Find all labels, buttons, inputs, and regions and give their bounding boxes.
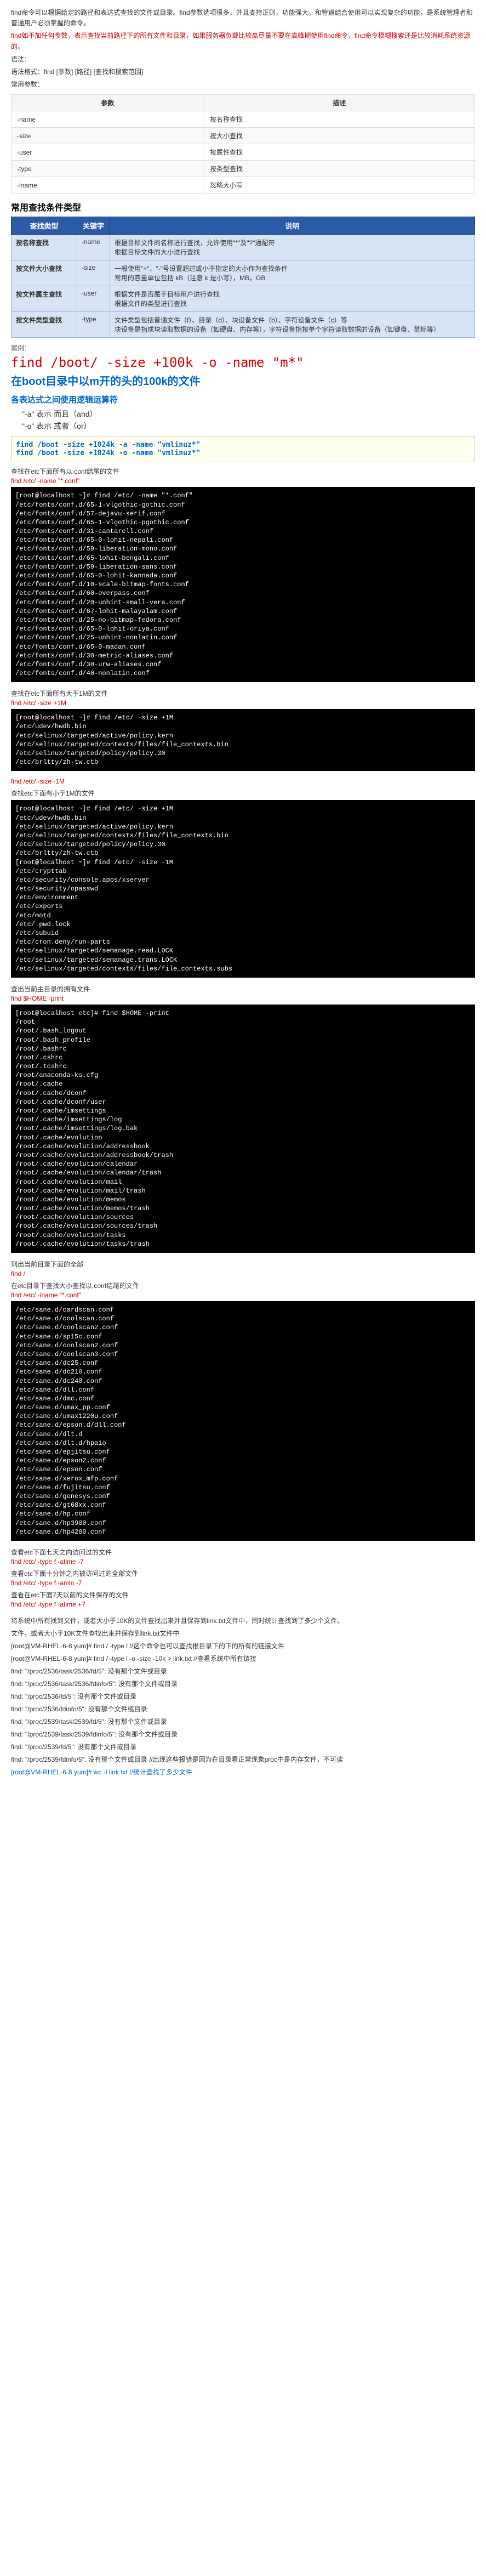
p-size: -size: [12, 128, 204, 144]
sec1-red: find /etc/ -name "*.conf": [11, 477, 475, 485]
param-h2: 描述: [204, 95, 474, 111]
sec6-label: 查看etc下面七天之内访问过的文件: [11, 1547, 475, 1557]
cond-r4-c3: 文件类型包括普通文件（f）、目录（d）、块设备文件（b）、字符设备文件（c）等 …: [110, 312, 475, 338]
cond-title: 常用查找条件类型: [11, 200, 475, 213]
sec7-p1: 将系统中所有找到文件，或者大小于10K的文件查找出来并且保存到link.txt文…: [11, 1616, 475, 1625]
sec7-r8: find: "/proc/2539/fd/5": 没有那个文件或目录: [11, 1742, 475, 1751]
sec7-r2: find: "/proc/2536/task/2536/fd/5": 没有那个文…: [11, 1666, 475, 1676]
logic-code-box: find /boot -size +1024k -a -name "vmlinu…: [11, 436, 475, 462]
logic-l1: "-a" 表示 而且（and）: [22, 408, 475, 419]
intro-p1: find命令可以根据给定的路径和表达式查找的文件或目录。find参数选项很多，并…: [11, 8, 475, 29]
p-name: -name: [12, 111, 204, 128]
sec7-cmd-list: [root@VM-RHEL-6-8 yum]# find / -type l /…: [11, 1641, 475, 1777]
sec7-r1: [root@VM-RHEL-6-8 yum]# find / -type l -…: [11, 1654, 475, 1663]
sec7-r10: [root@VM-RHEL-6-8 yum]# wc -l link.txt /…: [11, 1767, 475, 1777]
cond-r1-c2: -name: [77, 235, 110, 260]
common-label: 常用参数：: [11, 80, 475, 90]
sec3-label: 查找etc下面有小于1M的文件: [11, 788, 475, 798]
p-iname-d: 忽略大小写: [204, 177, 474, 194]
sec2-label: 查找在etc下面所有大于1M的文件: [11, 689, 475, 698]
cond-r3-c1: 按文件属主查找: [12, 286, 77, 312]
cond-h3: 说明: [110, 217, 475, 235]
cond-r2-c2: -size: [77, 260, 110, 286]
case-label: 案例：: [11, 343, 475, 353]
logic-code2: find /boot -size +1024k -o -name "vmlinu…: [16, 449, 470, 457]
cond-table: 查找类型 关键字 说明 按名称查找-name根据目标文件的名称进行查找，允许使用…: [11, 217, 475, 338]
param-table: 参数 描述 -name按名称查找 -size按大小查找 -user按属性查找 -…: [11, 94, 475, 194]
sec2-term: [root@localhost ~]# find /etc/ -size +1M…: [11, 709, 475, 771]
sec6-label2: 查看etc下面十分钟之内被访问过的全部文件: [11, 1569, 475, 1578]
sec7-r5: find: "/proc/2536/fdinfo/5": 没有那个文件或目录: [11, 1704, 475, 1713]
sec7-r0: [root@VM-RHEL-6-8 yum]# find / -type l /…: [11, 1641, 475, 1650]
sec5-label2: 在etc目录下查找大小查找以.conf结尾的文件: [11, 1281, 475, 1290]
cond-r4-c2: -type: [77, 312, 110, 338]
sec6-red3: find /etc/ -type f -atime +7: [11, 1601, 475, 1608]
sec7-r7: find: "/proc/2539/task/2539/fdinfo/5": 没…: [11, 1729, 475, 1739]
case-desc: 在boot目录中以m开的头的100k的文件: [11, 372, 475, 388]
sec4-term: [root@localhost etc]# find $HOME -print …: [11, 1005, 475, 1253]
cond-r1-c3: 根据目标文件的名称进行查找，允许使用"*"及"?"通配符 根据目标文件的大小进行…: [110, 235, 475, 260]
syntax-label: 语法：: [11, 54, 475, 65]
intro-block: find命令可以根据给定的路径和表达式查找的文件或目录。find参数选项很多，并…: [11, 8, 475, 90]
sec5-term: /etc/sane.d/cardscan.conf /etc/sane.d/co…: [11, 1301, 475, 1541]
sec2-red: find /etc/ -size +1M: [11, 699, 475, 707]
sec1-label: 查找在etc下面所有以.conf结尾的文件: [11, 467, 475, 476]
sec5-label: 列出当前目录下面的全部: [11, 1259, 475, 1269]
p-user: -user: [12, 144, 204, 161]
cond-r3-c3: 根据文件是否属于目标用户进行查找 根据文件的类型进行查找: [110, 286, 475, 312]
sec3-term: [root@localhost ~]# find /etc/ -size +1M…: [11, 800, 475, 978]
cond-r2-c3: 一般使用"+"、"-"号设置超过或小于指定的大小作为查找条件 常用的容量单位包括…: [110, 260, 475, 286]
sec6-label3: 查看在etc下面7天以前的文件保存的文件: [11, 1590, 475, 1599]
cond-r4-c1: 按文件类型查找: [12, 312, 77, 338]
sec4-red: find $HOME -print: [11, 995, 475, 1002]
cond-h1: 查找类型: [12, 217, 77, 235]
sec5-red2: find /etc/ -iname "*.conf": [11, 1291, 475, 1299]
p-type-d: 按类型查找: [204, 161, 474, 177]
param-h1: 参数: [12, 95, 204, 111]
sec7-r4: find: "/proc/2536/fd/5": 没有那个文件或目录: [11, 1692, 475, 1701]
case-cmd: find /boot/ -size +100k -o -name "m*": [11, 355, 475, 370]
cond-r1-c1: 按名称查找: [12, 235, 77, 260]
sec6-red: find /etc/ -type f -atime -7: [11, 1558, 475, 1565]
sec5-red1: find /: [11, 1270, 475, 1278]
sec1-term: [root@localhost ~]# find /etc/ -name "*.…: [11, 487, 475, 682]
p-name-d: 按名称查找: [204, 111, 474, 128]
p-size-d: 按大小查找: [204, 128, 474, 144]
logic-code1: find /boot -size +1024k -a -name "vmlinu…: [16, 441, 470, 449]
sec6-red2: find /etc/ -type f -amin -7: [11, 1579, 475, 1587]
logic-title: 各表达式之间使用逻辑运算符: [11, 394, 475, 405]
sec3-red: find /etc/ -size -1M: [11, 778, 475, 785]
sec7-r6: find: "/proc/2539/task/2539/fd/5": 没有那个文…: [11, 1717, 475, 1726]
sec7-r9: find: "/proc/2539/fdinfo/5": 没有那个文件或目录 /…: [11, 1755, 475, 1764]
p-user-d: 按属性查找: [204, 144, 474, 161]
p-type: -type: [12, 161, 204, 177]
sec7-p1b: 文件，或者大小于10K文件查找出来并保存到link.txt文件中: [11, 1629, 475, 1638]
intro-p2: find如不加任何参数，表示查找当前路径下的所有文件和目录，如果服务器负载比较高…: [11, 31, 475, 52]
logic-l2: "-o" 表示 或者（or）: [22, 421, 475, 432]
cond-r2-c1: 按文件大小查找: [12, 260, 77, 286]
cond-r3-c2: -user: [77, 286, 110, 312]
logic-list: "-a" 表示 而且（and） "-o" 表示 或者（or）: [22, 408, 475, 432]
cond-h2: 关键字: [77, 217, 110, 235]
syntax-line: 语法格式：find [参数] [路径] [查找和搜索范围]: [11, 67, 475, 77]
sec7-r3: find: "/proc/2536/task/2536/fdinfo/5": 没…: [11, 1679, 475, 1688]
p-iname: -iname: [12, 177, 204, 194]
sec4-label: 查出当前主目录的拥有文件: [11, 984, 475, 994]
